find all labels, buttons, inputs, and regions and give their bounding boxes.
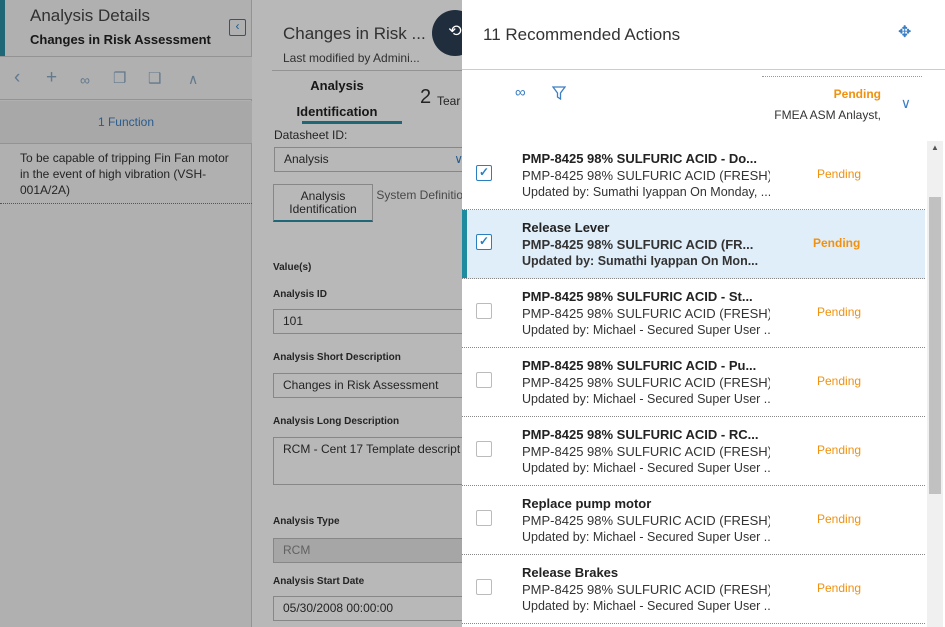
- scrollbar-thumb[interactable]: [929, 197, 941, 494]
- scroll-up-icon[interactable]: ▲: [931, 143, 939, 152]
- selected-indicator: [462, 210, 467, 278]
- recommended-actions-list: ✓ PMP-8425 98% SULFURIC ACID - Do... PMP…: [462, 141, 925, 627]
- row-asset: PMP-8425 98% SULFURIC ACID (FRESH): [522, 513, 770, 528]
- status-badge: Pending: [817, 167, 862, 181]
- search-binoculars-icon[interactable]: ∞: [515, 84, 526, 101]
- row-checkbox[interactable]: [476, 303, 492, 319]
- row-asset: PMP-8425 98% SULFURIC ACID (FR...: [522, 237, 754, 252]
- status-badge: Pending: [817, 374, 862, 388]
- list-item[interactable]: ✓ PMP-8425 98% SULFURIC ACID - Do... PMP…: [462, 141, 925, 210]
- status-badge: Pending: [817, 443, 862, 457]
- row-checkbox[interactable]: [476, 441, 492, 457]
- row-title: PMP-8425 98% SULFURIC ACID - Do...: [522, 151, 758, 166]
- filter-icon[interactable]: [551, 86, 567, 105]
- row-updated: Updated by: Michael - Secured Super User…: [522, 323, 770, 337]
- row-updated: Updated by: Michael - Secured Super User…: [522, 599, 770, 613]
- row-title: PMP-8425 98% SULFURIC ACID - Pu...: [522, 358, 757, 373]
- drawer-title: 11 Recommended Actions: [483, 25, 681, 44]
- row-asset: PMP-8425 98% SULFURIC ACID (FRESH): [522, 168, 770, 183]
- recommended-actions-drawer: 11 Recommended Actions ✥ ∞ Pending FMEA …: [462, 0, 945, 627]
- status-badge: Pending: [817, 581, 862, 595]
- list-item[interactable]: PMP-8425 98% SULFURIC ACID - St... PMP-8…: [462, 279, 925, 348]
- row-checkbox[interactable]: [476, 510, 492, 526]
- list-item[interactable]: PMP-8425 98% SULFURIC ACID - RC... PMP-8…: [462, 417, 925, 486]
- drawer-header: 11 Recommended Actions ✥: [462, 0, 945, 70]
- row-updated: Updated by: Sumathi Iyappan On Monday, .…: [522, 185, 770, 199]
- list-item[interactable]: ✓ Release Lever PMP-8425 98% SULFURIC AC…: [462, 210, 925, 279]
- row-updated: Updated by: Michael - Secured Super User…: [522, 530, 770, 544]
- row-updated: Updated by: Michael - Secured Super User…: [522, 392, 770, 406]
- row-checkbox[interactable]: ✓: [476, 234, 492, 250]
- list-item[interactable]: PMP-8425 98% SULFURIC ACID - Pu... PMP-8…: [462, 348, 925, 417]
- row-title: Release Lever: [522, 220, 610, 235]
- status-badge: Pending: [813, 236, 861, 250]
- status-badge: Pending: [817, 512, 862, 526]
- row-asset: PMP-8425 98% SULFURIC ACID (FRESH): [522, 582, 770, 597]
- row-asset: PMP-8425 98% SULFURIC ACID (FRESH): [522, 375, 770, 390]
- row-asset: PMP-8425 98% SULFURIC ACID (FRESH): [522, 306, 770, 321]
- row-updated: Updated by: Michael - Secured Super User…: [522, 461, 770, 475]
- list-item[interactable]: Replace pump motor PMP-8425 98% SULFURIC…: [462, 486, 925, 555]
- list-scrollbar[interactable]: ▲: [927, 141, 943, 627]
- row-asset: PMP-8425 98% SULFURIC ACID (FRESH): [522, 444, 770, 459]
- list-item[interactable]: Release Brakes PMP-8425 98% SULFURIC ACI…: [462, 555, 925, 624]
- row-title: PMP-8425 98% SULFURIC ACID - RC...: [522, 427, 759, 442]
- move-icon[interactable]: ✥: [898, 22, 911, 42]
- row-title: PMP-8425 98% SULFURIC ACID - St...: [522, 289, 753, 304]
- row-checkbox[interactable]: ✓: [476, 165, 492, 181]
- row-updated: Updated by: Sumathi Iyappan On Mon...: [522, 254, 759, 268]
- status-badge: Pending: [817, 305, 862, 319]
- chevron-down-icon: ∨: [900, 95, 911, 111]
- row-checkbox[interactable]: [476, 579, 492, 595]
- status-filter-value: Pending: [833, 87, 881, 101]
- row-title: Replace pump motor: [522, 496, 652, 511]
- row-checkbox[interactable]: [476, 372, 492, 388]
- row-title: Release Brakes: [522, 565, 619, 580]
- team-filter-value: FMEA ASM Anlayst,: [774, 108, 881, 122]
- modal-backdrop[interactable]: [0, 0, 462, 627]
- status-filter-dropdown[interactable]: Pending FMEA ASM Anlayst, ∨: [762, 76, 922, 132]
